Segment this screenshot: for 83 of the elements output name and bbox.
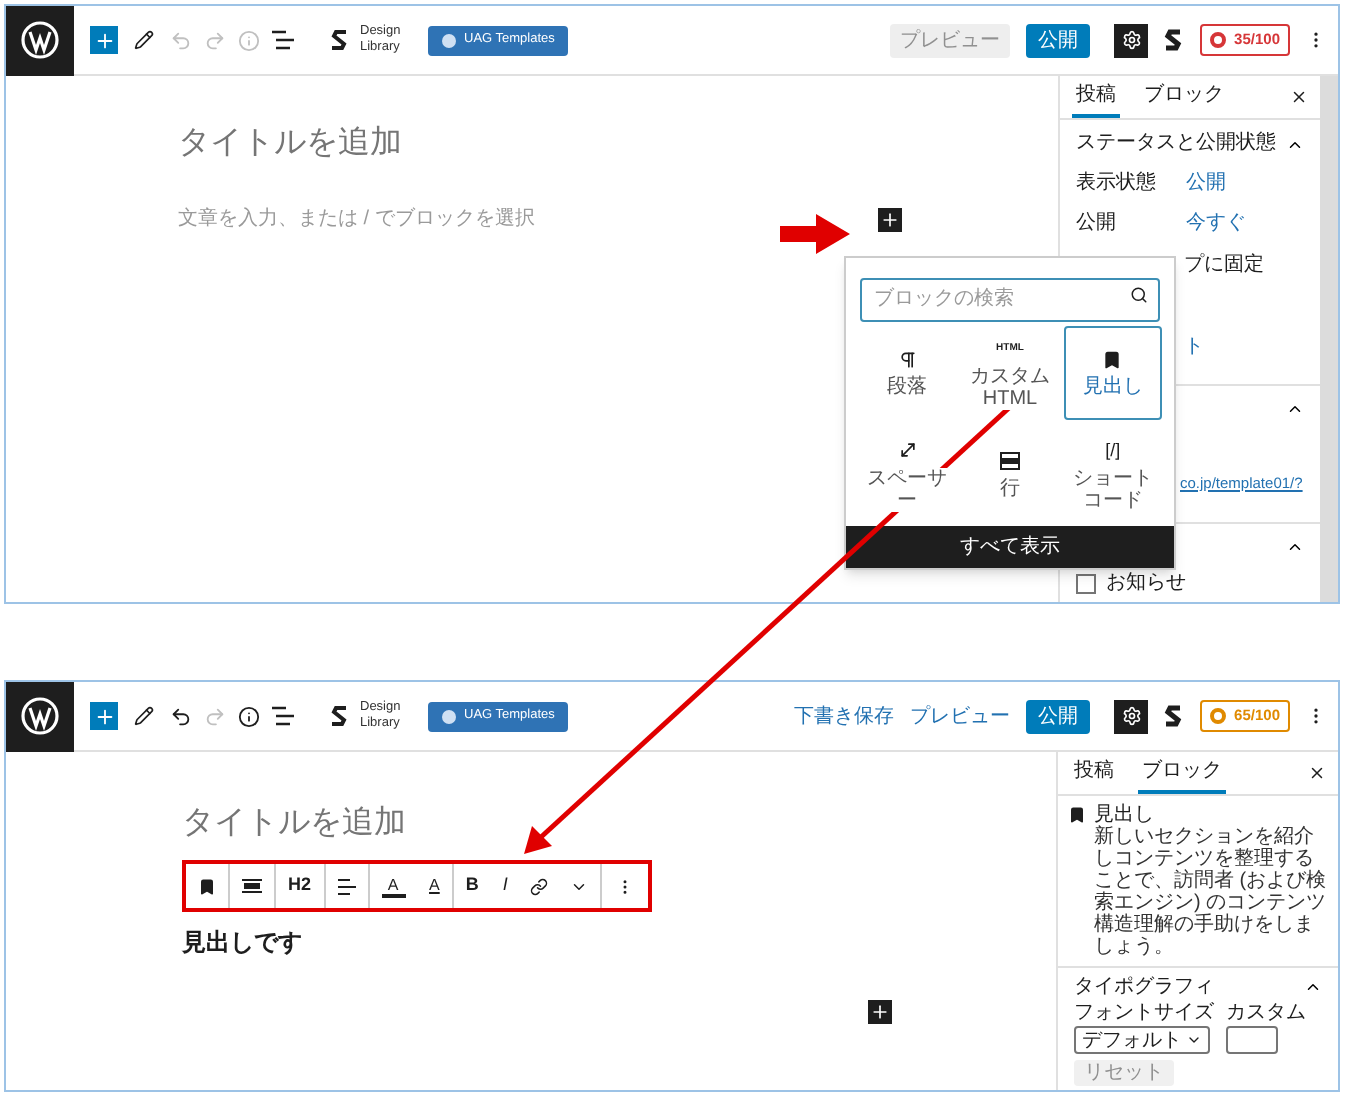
checkbox[interactable]	[1076, 574, 1096, 594]
settings-button[interactable]	[1114, 699, 1149, 733]
settings-icon	[1121, 706, 1142, 726]
add-block-button[interactable]	[878, 207, 902, 231]
block-item[interactable]: 段落	[858, 326, 957, 420]
plus-icon	[880, 209, 900, 229]
close-icon[interactable]	[1290, 88, 1308, 106]
category-label: お知らせ	[1106, 572, 1186, 596]
chevron-up-icon[interactable]	[1304, 978, 1322, 996]
templates-icon	[442, 33, 456, 47]
plus-icon	[93, 29, 115, 51]
field-label: カスタム	[1226, 1002, 1306, 1024]
italic-button[interactable]: I	[490, 864, 520, 908]
plus-icon	[93, 705, 115, 727]
score-icon	[1210, 708, 1227, 724]
font-size-select[interactable]: デフォルト	[1074, 1026, 1210, 1054]
row-icon	[999, 452, 1020, 470]
sticky-label: プに固定	[1184, 254, 1266, 278]
settings-button[interactable]	[1114, 23, 1149, 57]
pencil-icon[interactable]	[134, 706, 154, 726]
score-icon	[1210, 32, 1227, 48]
block-item[interactable]: 行	[960, 428, 1060, 522]
title-placeholder[interactable]: タイトルを追加	[178, 124, 902, 164]
field-link[interactable]: 今すぐ	[1186, 212, 1246, 236]
sidebar-tab[interactable]: ブロック	[1140, 76, 1228, 118]
add-block-button[interactable]	[868, 1000, 892, 1024]
field-label: 公開	[1076, 212, 1118, 236]
sidebar-tab[interactable]: ブロック	[1138, 752, 1226, 794]
link-text[interactable]: ト	[1184, 336, 1320, 360]
align-icon	[242, 878, 262, 894]
block-item[interactable]: 見出し	[1063, 326, 1162, 420]
block-item[interactable]: スペーサー	[858, 428, 957, 522]
link-icon	[529, 877, 548, 895]
plus-icon	[870, 1002, 890, 1022]
heading-text[interactable]: 見出しです	[182, 924, 892, 960]
sidebar-tab[interactable]: 投稿	[1070, 752, 1118, 794]
bookmark-icon	[1102, 349, 1123, 369]
bookmark-icon	[198, 877, 216, 895]
logo-icon[interactable]	[330, 704, 350, 728]
sidebar-tab[interactable]: 投稿	[1072, 76, 1120, 118]
templates-icon	[442, 709, 456, 723]
align-left-icon	[337, 877, 356, 895]
search-field[interactable]: ブロックの検索	[860, 277, 1160, 321]
block-item[interactable]: [/] ショートコード	[1063, 428, 1162, 522]
publish-button[interactable]: 公開	[1026, 699, 1091, 733]
shortcode-icon: [/]	[1105, 440, 1121, 460]
field-label: 表示状態	[1076, 172, 1158, 196]
field-link[interactable]: 公開	[1186, 172, 1226, 196]
pencil-icon[interactable]	[134, 30, 154, 50]
chevron-up-icon[interactable]	[1286, 400, 1304, 418]
browse-all-button[interactable]: すべて表示	[846, 526, 1174, 568]
settings-icon	[1121, 30, 1142, 50]
publish-button[interactable]: 公開	[1026, 23, 1091, 57]
panel-title[interactable]: ステータスと公開状態	[1076, 132, 1276, 156]
pointer-arrow	[780, 214, 850, 254]
panel-title[interactable]: タイポグラフィ	[1074, 976, 1214, 998]
pilcrow-icon	[897, 349, 918, 369]
bookmark-icon	[1068, 806, 1086, 824]
diagonal-arrows-icon	[897, 440, 918, 460]
logo-icon[interactable]	[1164, 28, 1185, 52]
list-view-icon[interactable]	[272, 30, 294, 50]
heading-level-button[interactable]: H2	[276, 864, 326, 908]
logo-icon[interactable]	[1164, 704, 1185, 728]
list-view-icon[interactable]	[272, 706, 294, 726]
title-placeholder[interactable]: タイトルを追加	[182, 804, 892, 844]
chevron-down-icon	[1186, 1032, 1202, 1048]
chevron-up-icon[interactable]	[1286, 538, 1304, 556]
close-icon[interactable]	[1308, 764, 1326, 782]
toolbar-link[interactable]: 下書き保存	[794, 701, 895, 731]
wordpress-logo[interactable]	[6, 681, 74, 751]
undo-icon[interactable]	[170, 705, 192, 727]
block-title: 見出し	[1094, 804, 1156, 826]
info-icon[interactable]	[238, 705, 260, 727]
logo-icon[interactable]	[330, 28, 350, 52]
field-label: フォントサイズ	[1074, 1002, 1214, 1024]
bold-button[interactable]: B	[453, 864, 491, 908]
highlight-button[interactable]: A	[417, 864, 454, 908]
block-description: 新しいセクションを紹介しコンテンツを整理することで、訪問者 (および検索エンジン) のコンテンツ構造理解の手助けをしましょう。	[1094, 826, 1328, 958]
search-icon	[1130, 285, 1148, 303]
text-color-button[interactable]: A	[369, 864, 418, 908]
wordpress-logo[interactable]	[6, 5, 74, 75]
custom-size-field[interactable]	[1226, 1026, 1278, 1054]
toolbar-link[interactable]: プレビュー	[910, 701, 1011, 731]
